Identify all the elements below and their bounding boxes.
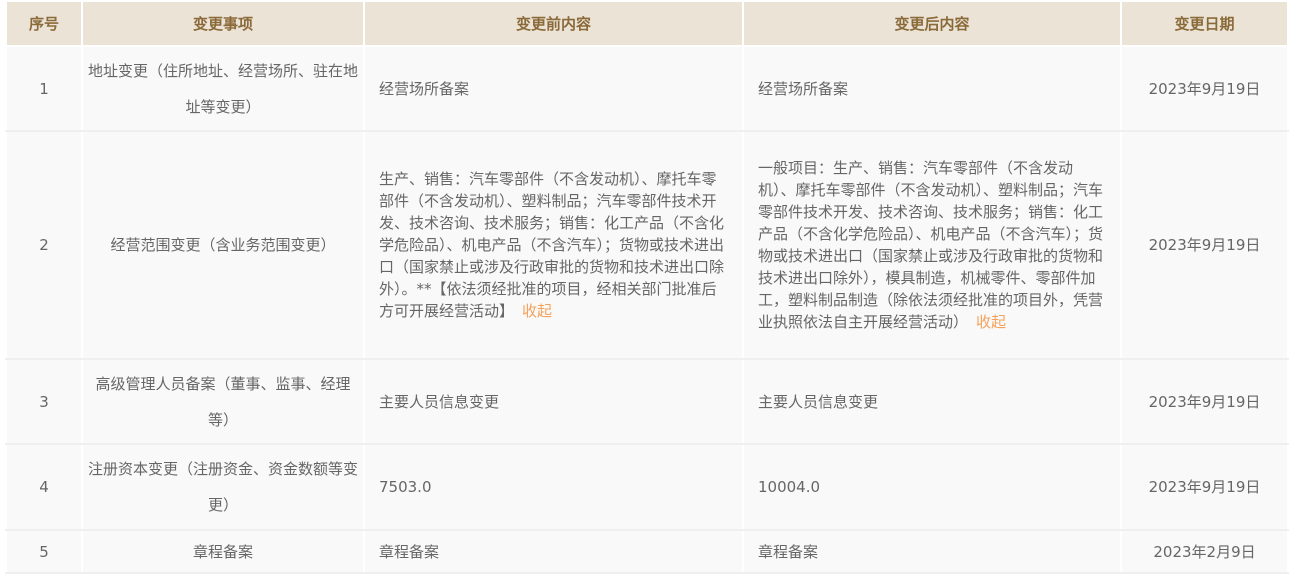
row-before: 7503.0: [363, 443, 744, 531]
row-item: 地址变更（住所地址、经营场所、驻在地址等变更）: [81, 45, 365, 132]
row-date: 2023年9月19日: [1120, 358, 1289, 445]
row-item: 高级管理人员备案（董事、监事、经理等）: [81, 358, 365, 445]
change-records-table: 序号 变更事项 变更前内容 变更后内容 变更日期 1 地址变更（住所地址、经营场…: [5, 0, 1289, 574]
header-after: 变更后内容: [742, 0, 1122, 47]
row-before: 经营场所备案: [363, 45, 744, 132]
row-no: 4: [5, 443, 83, 531]
collapse-link[interactable]: 收起: [976, 313, 1006, 331]
row-after: 10004.0: [742, 443, 1122, 531]
row-after: 章程备案: [742, 529, 1122, 574]
row-no: 5: [5, 529, 83, 574]
row-after: 经营场所备案: [742, 45, 1122, 132]
row-no: 1: [5, 45, 83, 132]
row-item: 注册资本变更（注册资金、资金数额等变更）: [81, 443, 365, 531]
before-text: 生产、销售：汽车零部件（不含发动机）、摩托车零部件（不含发动机）、塑料制品；汽车…: [379, 170, 725, 320]
table-row: 2 经营范围变更（含业务范围变更） 生产、销售：汽车零部件（不含发动机）、摩托车…: [5, 130, 1289, 360]
header-item: 变更事项: [81, 0, 365, 47]
row-after: 一般项目：生产、销售：汽车零部件（不含发动机）、摩托车零部件（不含发动机）、塑料…: [742, 130, 1122, 360]
row-after: 主要人员信息变更: [742, 358, 1122, 445]
row-no: 3: [5, 358, 83, 445]
row-no: 2: [5, 130, 83, 360]
collapse-link[interactable]: 收起: [522, 302, 552, 320]
after-text: 一般项目：生产、销售：汽车零部件（不含发动机）、摩托车零部件（不含发动机）、塑料…: [758, 159, 1104, 331]
table-header: 序号 变更事项 变更前内容 变更后内容 变更日期: [5, 0, 1289, 47]
table-row: 1 地址变更（住所地址、经营场所、驻在地址等变更） 经营场所备案 经营场所备案 …: [5, 45, 1289, 132]
row-before: 主要人员信息变更: [363, 358, 744, 445]
row-before: 生产、销售：汽车零部件（不含发动机）、摩托车零部件（不含发动机）、塑料制品；汽车…: [363, 130, 744, 360]
table-row: 5 章程备案 章程备案 章程备案 2023年2月9日: [5, 529, 1289, 574]
header-date: 变更日期: [1120, 0, 1289, 47]
row-before: 章程备案: [363, 529, 744, 574]
row-date: 2023年9月19日: [1120, 443, 1289, 531]
row-item: 章程备案: [81, 529, 365, 574]
row-date: 2023年2月9日: [1120, 529, 1289, 574]
row-date: 2023年9月19日: [1120, 45, 1289, 132]
row-date: 2023年9月19日: [1120, 130, 1289, 360]
table-row: 3 高级管理人员备案（董事、监事、经理等） 主要人员信息变更 主要人员信息变更 …: [5, 358, 1289, 445]
row-item: 经营范围变更（含业务范围变更）: [81, 130, 365, 360]
table-row: 4 注册资本变更（注册资金、资金数额等变更） 7503.0 10004.0 20…: [5, 443, 1289, 531]
header-before: 变更前内容: [363, 0, 744, 47]
header-no: 序号: [5, 0, 83, 47]
